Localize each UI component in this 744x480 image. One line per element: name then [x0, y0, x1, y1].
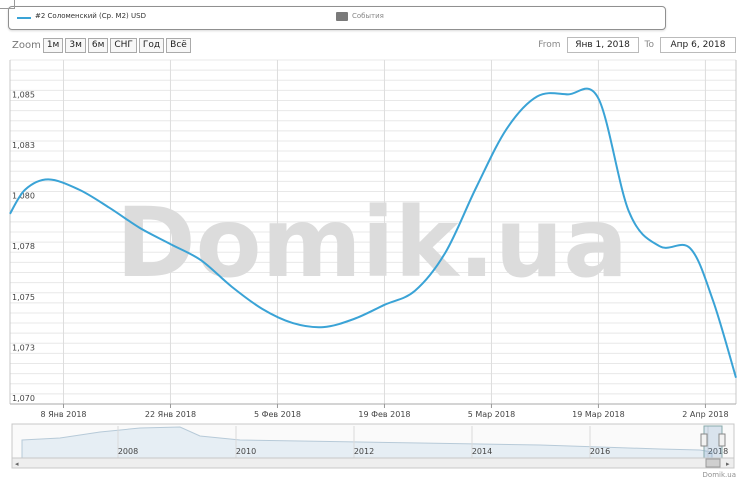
- navigator-left-handle[interactable]: [700, 433, 708, 447]
- navigator-year-label: 2012: [354, 447, 374, 456]
- y-tick-label: 1,073: [12, 343, 35, 352]
- price-line-chart: Domik.ua 1,0701,0731,0751,0781,0801,0831…: [9, 59, 737, 479]
- navigator-year-label: 2016: [590, 447, 610, 456]
- x-tick-label: 8 Янв 2018: [40, 410, 86, 419]
- navigator-year-label: 2008: [118, 447, 138, 456]
- y-axis: 1,070 1,073 1,075 1,078 1,080 1,083 1,085: [12, 90, 35, 403]
- navigator-year-label: 2010: [236, 447, 256, 456]
- y-tick-label: 1,083: [12, 141, 35, 150]
- navigator-scrollbar[interactable]: [11, 457, 735, 469]
- y-tick-label: 1,085: [12, 90, 35, 99]
- x-tick-label: 2 Апр 2018: [682, 410, 728, 419]
- navigator[interactable]: 200820102012201420162018 ◂ ▸: [11, 423, 735, 469]
- navigator-year-label: 2014: [472, 447, 492, 456]
- scrollbar-thumb[interactable]: [705, 458, 721, 468]
- y-tick-label: 1,070: [12, 394, 35, 403]
- chart-credit[interactable]: Domik.ua: [703, 471, 736, 479]
- x-tick-label: 22 Янв 2018: [145, 410, 196, 419]
- x-tick-label: 5 Фев 2018: [254, 410, 301, 419]
- navigator-right-handle[interactable]: [718, 433, 726, 447]
- x-tick-label: 19 Фев 2018: [358, 410, 410, 419]
- scroll-left-arrow-icon[interactable]: ◂: [15, 460, 19, 468]
- y-tick-label: 1,075: [12, 293, 35, 302]
- watermark-logo: Domik.ua: [116, 187, 628, 299]
- scroll-right-arrow-icon[interactable]: ▸: [726, 460, 730, 468]
- x-tick-label: 19 Мар 2018: [572, 410, 625, 419]
- y-tick-label: 1,080: [12, 192, 35, 201]
- y-tick-label: 1,078: [12, 242, 35, 251]
- x-axis: 8 Янв 2018 22 Янв 2018 5 Фев 2018 19 Фев 20…: [40, 404, 729, 419]
- x-tick-label: 5 Мар 2018: [468, 410, 515, 419]
